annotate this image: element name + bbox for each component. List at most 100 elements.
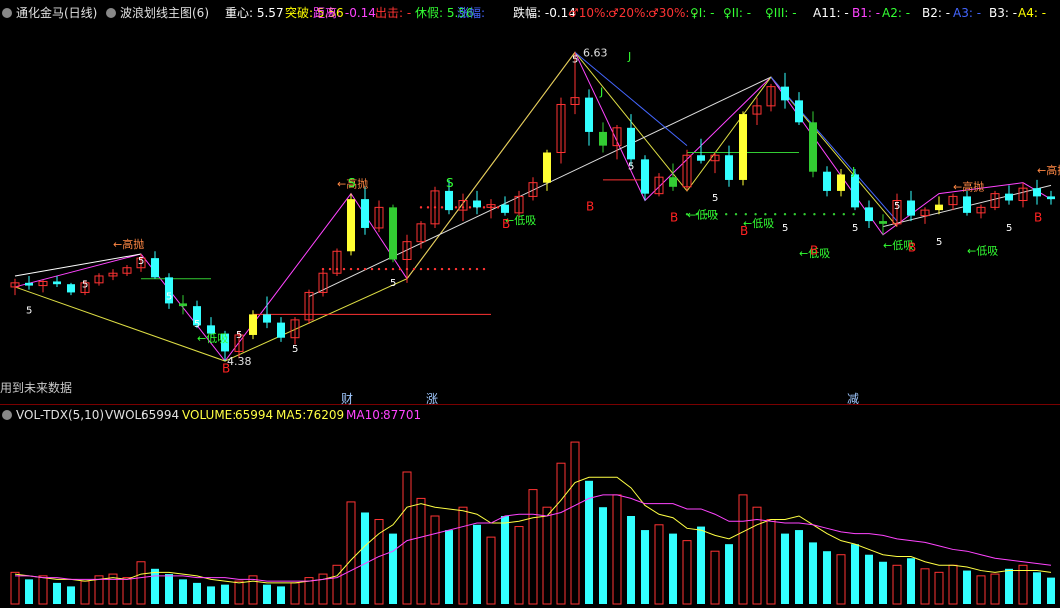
volume-bar [67,586,75,604]
dotted-support [384,267,388,271]
wave-count-label: 5 [936,237,942,248]
b-marker: B [1034,210,1042,224]
volume-bar [473,524,481,604]
wave-count-label: 5 [138,256,144,267]
candle-body [599,131,607,146]
wave-count-label: 5 [194,319,200,330]
volume-bar [528,489,538,605]
wave-count-label: 5 [894,201,900,212]
volume-bar [38,575,48,605]
dotted-support [774,213,777,216]
volume-bar [263,584,271,604]
vwol-value: 65994 [141,408,180,422]
candle-body [585,97,593,132]
sell-label: ←高抛 [113,237,144,251]
volume-bar [654,524,664,605]
volume-bar [221,584,229,604]
volume-bar [738,494,748,605]
b-marker: B [908,241,916,255]
volume-bar [501,516,509,604]
dotted-support [734,213,738,216]
dotted-support [793,213,796,216]
marker-cai: 财 [341,392,354,406]
j-marker: J [627,50,631,63]
candle-body [445,190,453,211]
dotted-support [426,206,430,209]
dotted-support [496,206,500,209]
circle-icon[interactable] [2,410,12,420]
volume-bar [823,551,831,604]
volume-bar [193,582,201,604]
volume-bar [108,573,118,605]
dotted-support [412,267,416,271]
volume-bar [752,506,762,605]
wave-count-label: 5 [852,223,858,234]
volume-bar [53,582,61,604]
wave-count-label: 5 [628,161,634,172]
volume-bar [710,550,720,605]
volume-panel-header: VOL-TDX(5,10) VWOL: 65994 VOLUME: 65994 … [0,406,1060,422]
volume-bar [599,507,607,604]
dotted-support [433,267,437,271]
dotted-support [468,267,472,271]
high-price-label: 6.63 [583,46,608,59]
ma5-label: MA5: [276,408,307,422]
candle-body [1047,196,1055,200]
candle-body [473,200,481,208]
candle-body [179,303,187,307]
volume-bar [179,579,187,604]
volume-indicator-name: VOL-TDX(5,10) [16,408,105,422]
volume-bar [948,564,958,605]
volume-bar [795,530,803,604]
volume-bar [361,512,369,604]
b-marker: B [810,243,818,257]
dotted-support [342,267,346,271]
volume-bar [697,526,705,604]
volume-bar [346,501,356,605]
candle-body [837,174,845,191]
volume-bar [809,542,817,604]
low-price-label: 4.38 [227,355,252,368]
candle-body [361,199,369,228]
volume-bar [389,533,397,604]
dotted-support [803,213,806,216]
volume-bar [165,574,173,604]
stock-chart-window: { "header": { "stock_name": "通化金马(日线)", … [0,0,1060,608]
volume-bar [1033,572,1041,604]
volume-bar [25,579,33,604]
volume-bar [725,544,733,604]
volume-bar [879,561,887,604]
volume-bar [682,540,692,605]
candle-body [809,122,817,172]
volume-bar [963,570,971,604]
marker-zhangfu: 涨 [426,392,439,406]
dotted-support [754,213,757,216]
b-marker: B [502,217,510,231]
volume-bar [766,519,776,605]
dotted-support [832,213,836,216]
dotted-support [454,206,458,209]
volume-bar [430,515,440,605]
dotted-support [842,213,845,216]
ma10-label: MA10: [346,408,384,422]
candle-body [865,207,873,222]
volume-bar [781,533,789,604]
volume-bar [627,516,635,604]
candle-body [935,204,943,211]
volume-bar [570,441,580,605]
volume-label: VOLUME: [182,408,237,422]
candle-body [963,196,971,213]
ma5-value: 76209 [306,408,345,422]
dotted-support [447,267,451,271]
dotted-support [475,267,479,271]
b-marker: B [670,210,678,224]
wave-count-label: 5 [390,278,396,289]
dotted-support [349,267,353,271]
candle-body [249,314,257,335]
dotted-support [461,267,465,271]
volume-bar [892,564,902,605]
b-marker: B [222,361,230,375]
candle-body [781,86,789,101]
volume-bar [80,580,90,605]
volume-bar [669,533,677,604]
